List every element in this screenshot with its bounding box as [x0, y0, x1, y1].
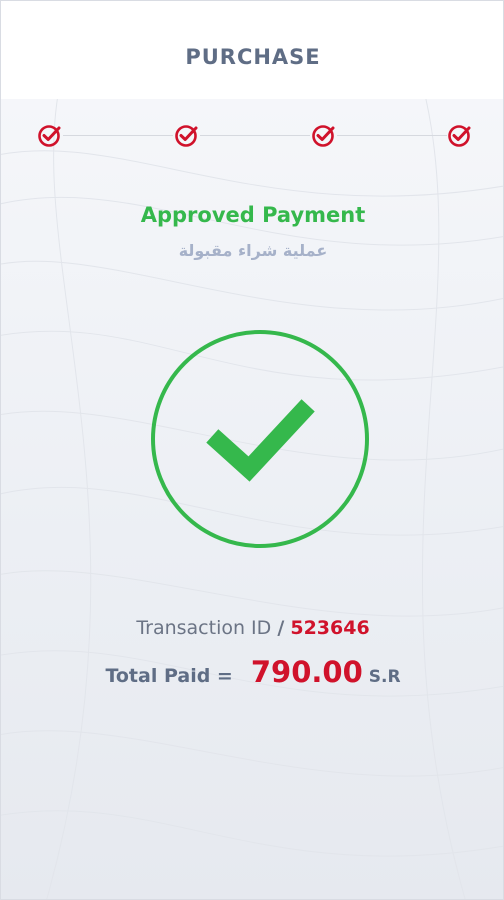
page-title: PURCHASE	[185, 45, 321, 69]
step-4-check-icon	[447, 123, 473, 149]
step-2-check-icon	[174, 123, 200, 149]
status-subtitle-arabic: عملية شراء مقبولة	[178, 241, 328, 260]
transaction-id: 523646	[290, 617, 370, 639]
total-amount: 790.00	[250, 655, 363, 689]
total-paid-line: Total Paid = 790.00 S.R	[1, 655, 503, 695]
step-3-check-icon	[311, 123, 337, 149]
status-title: Approved Payment	[140, 203, 366, 227]
header-bar: PURCHASE	[1, 1, 503, 99]
stepper-connector	[200, 135, 310, 136]
total-label: Total Paid =	[105, 665, 233, 687]
transaction-line: Transaction ID / 523646	[1, 617, 503, 639]
purchase-screen: PURCHASE Approved Payment عملية شراء مقب…	[0, 0, 504, 900]
stepper-connector	[337, 135, 447, 136]
step-1-check-icon	[37, 123, 63, 149]
progress-stepper	[1, 119, 503, 153]
total-currency: S.R	[368, 667, 401, 687]
stepper-connector	[63, 135, 173, 136]
transaction-separator: /	[277, 617, 285, 639]
transaction-label: Transaction ID	[136, 617, 272, 639]
approved-check-circle-icon	[151, 328, 373, 550]
